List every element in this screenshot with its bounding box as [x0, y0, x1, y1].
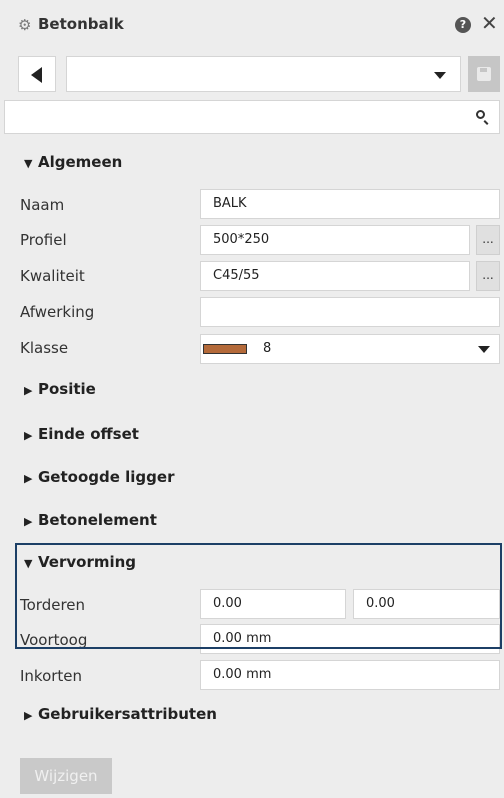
dropdown-caret-icon — [478, 346, 490, 353]
collapse-arrow-icon: ▶ — [24, 709, 33, 722]
back-arrow-icon — [31, 67, 42, 83]
klasse-color-swatch — [203, 344, 247, 354]
klasse-label: Klasse — [20, 339, 69, 357]
save-icon — [477, 67, 491, 81]
help-icon[interactable]: ? — [455, 17, 471, 33]
voortoog-field[interactable]: 0.00 mm — [200, 624, 500, 654]
section-getoogde-ligger[interactable]: ▶ Getoogde ligger — [24, 468, 174, 486]
profiel-label: Profiel — [20, 231, 67, 249]
kwaliteit-field[interactable]: C45/55 — [200, 261, 470, 291]
search-icon[interactable] — [476, 110, 485, 119]
properties-panel: ⚙ Betonbalk ? ✕ ▼ Algemeen Naam BALK Prof… — [0, 0, 504, 798]
profiel-browse-button[interactable]: ... — [476, 225, 500, 255]
torderen-end-field[interactable]: 0.00 — [353, 589, 500, 619]
collapse-arrow-icon: ▶ — [24, 384, 33, 397]
naam-label: Naam — [20, 196, 65, 214]
close-icon[interactable]: ✕ — [481, 12, 498, 34]
section-positie[interactable]: ▶ Positie — [24, 380, 96, 398]
panel-title: Betonbalk — [38, 15, 124, 33]
section-gebruikersattributen[interactable]: ▶ Gebruikersattributen — [24, 705, 217, 723]
section-einde-offset[interactable]: ▶ Einde offset — [24, 425, 139, 443]
collapse-arrow-icon: ▶ — [24, 472, 33, 485]
naam-field[interactable]: BALK — [200, 189, 500, 219]
save-preset-button[interactable] — [468, 56, 500, 92]
apply-button[interactable]: Wijzigen — [20, 758, 112, 794]
title-bar: ⚙ Betonbalk ? ✕ — [0, 0, 504, 48]
afwerking-field[interactable] — [200, 297, 500, 327]
klasse-value: 8 — [263, 341, 272, 356]
collapse-arrow-icon: ▶ — [24, 429, 33, 442]
expand-arrow-icon: ▼ — [24, 157, 33, 170]
torderen-start-field[interactable]: 0.00 — [200, 589, 346, 619]
expand-arrow-icon: ▼ — [24, 557, 33, 570]
inkorten-label: Inkorten — [20, 667, 83, 685]
section-label: Einde offset — [38, 425, 139, 443]
section-vervorming[interactable]: ▼ Vervorming — [24, 553, 136, 571]
section-label: Positie — [38, 380, 96, 398]
gear-icon: ⚙ — [18, 16, 32, 34]
inkorten-field[interactable]: 0.00 mm — [200, 660, 500, 690]
section-label: Gebruikersattributen — [38, 705, 217, 723]
section-label: Betonelement — [38, 511, 157, 529]
section-label: Vervorming — [38, 553, 137, 571]
section-algemeen[interactable]: ▼ Algemeen — [24, 153, 122, 171]
kwaliteit-label: Kwaliteit — [20, 267, 85, 285]
voortoog-label: Voortoog — [20, 631, 88, 649]
afwerking-label: Afwerking — [20, 303, 95, 321]
dropdown-caret-icon — [434, 72, 446, 79]
search-input[interactable] — [4, 100, 500, 134]
collapse-arrow-icon: ▶ — [24, 515, 33, 528]
back-button[interactable] — [18, 56, 56, 92]
section-betonelement[interactable]: ▶ Betonelement — [24, 511, 157, 529]
kwaliteit-browse-button[interactable]: ... — [476, 261, 500, 291]
preset-dropdown[interactable] — [66, 56, 461, 92]
section-label: Algemeen — [38, 153, 123, 171]
section-label: Getoogde ligger — [38, 468, 175, 486]
profiel-field[interactable]: 500*250 — [200, 225, 470, 255]
torderen-label: Torderen — [20, 596, 86, 614]
